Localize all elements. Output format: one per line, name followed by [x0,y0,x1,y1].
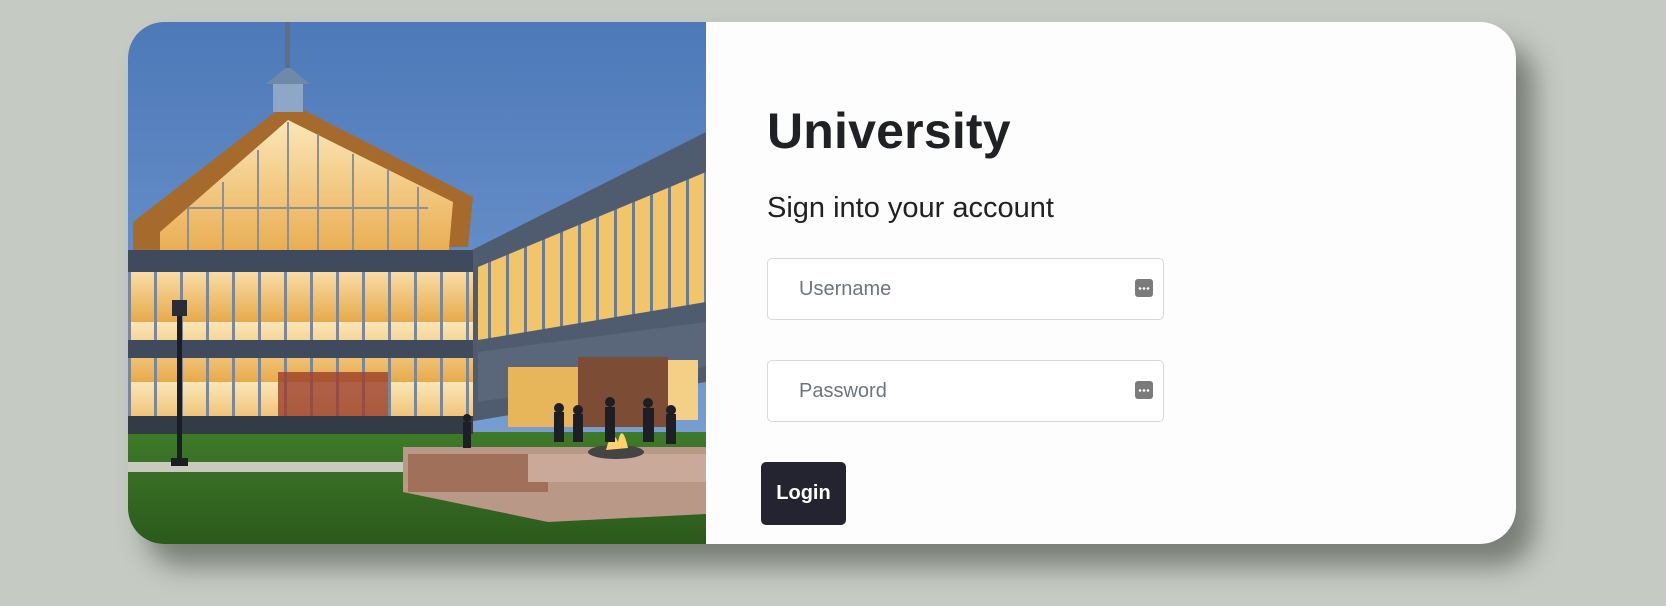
password-input[interactable] [768,361,1163,421]
password-manager-key-icon[interactable] [1135,279,1153,297]
university-title: University [767,103,1011,159]
login-button[interactable]: Login [761,462,846,525]
username-input[interactable] [768,259,1163,319]
sign-in-form: University Sign into your account Login [706,22,1516,544]
login-card: University Sign into your account Login [128,22,1516,544]
password-manager-key-icon[interactable] [1135,381,1153,399]
password-field[interactable] [767,360,1164,422]
sign-in-subtitle: Sign into your account [767,192,1054,224]
campus-building-photo [128,22,706,544]
username-field[interactable] [767,258,1164,320]
